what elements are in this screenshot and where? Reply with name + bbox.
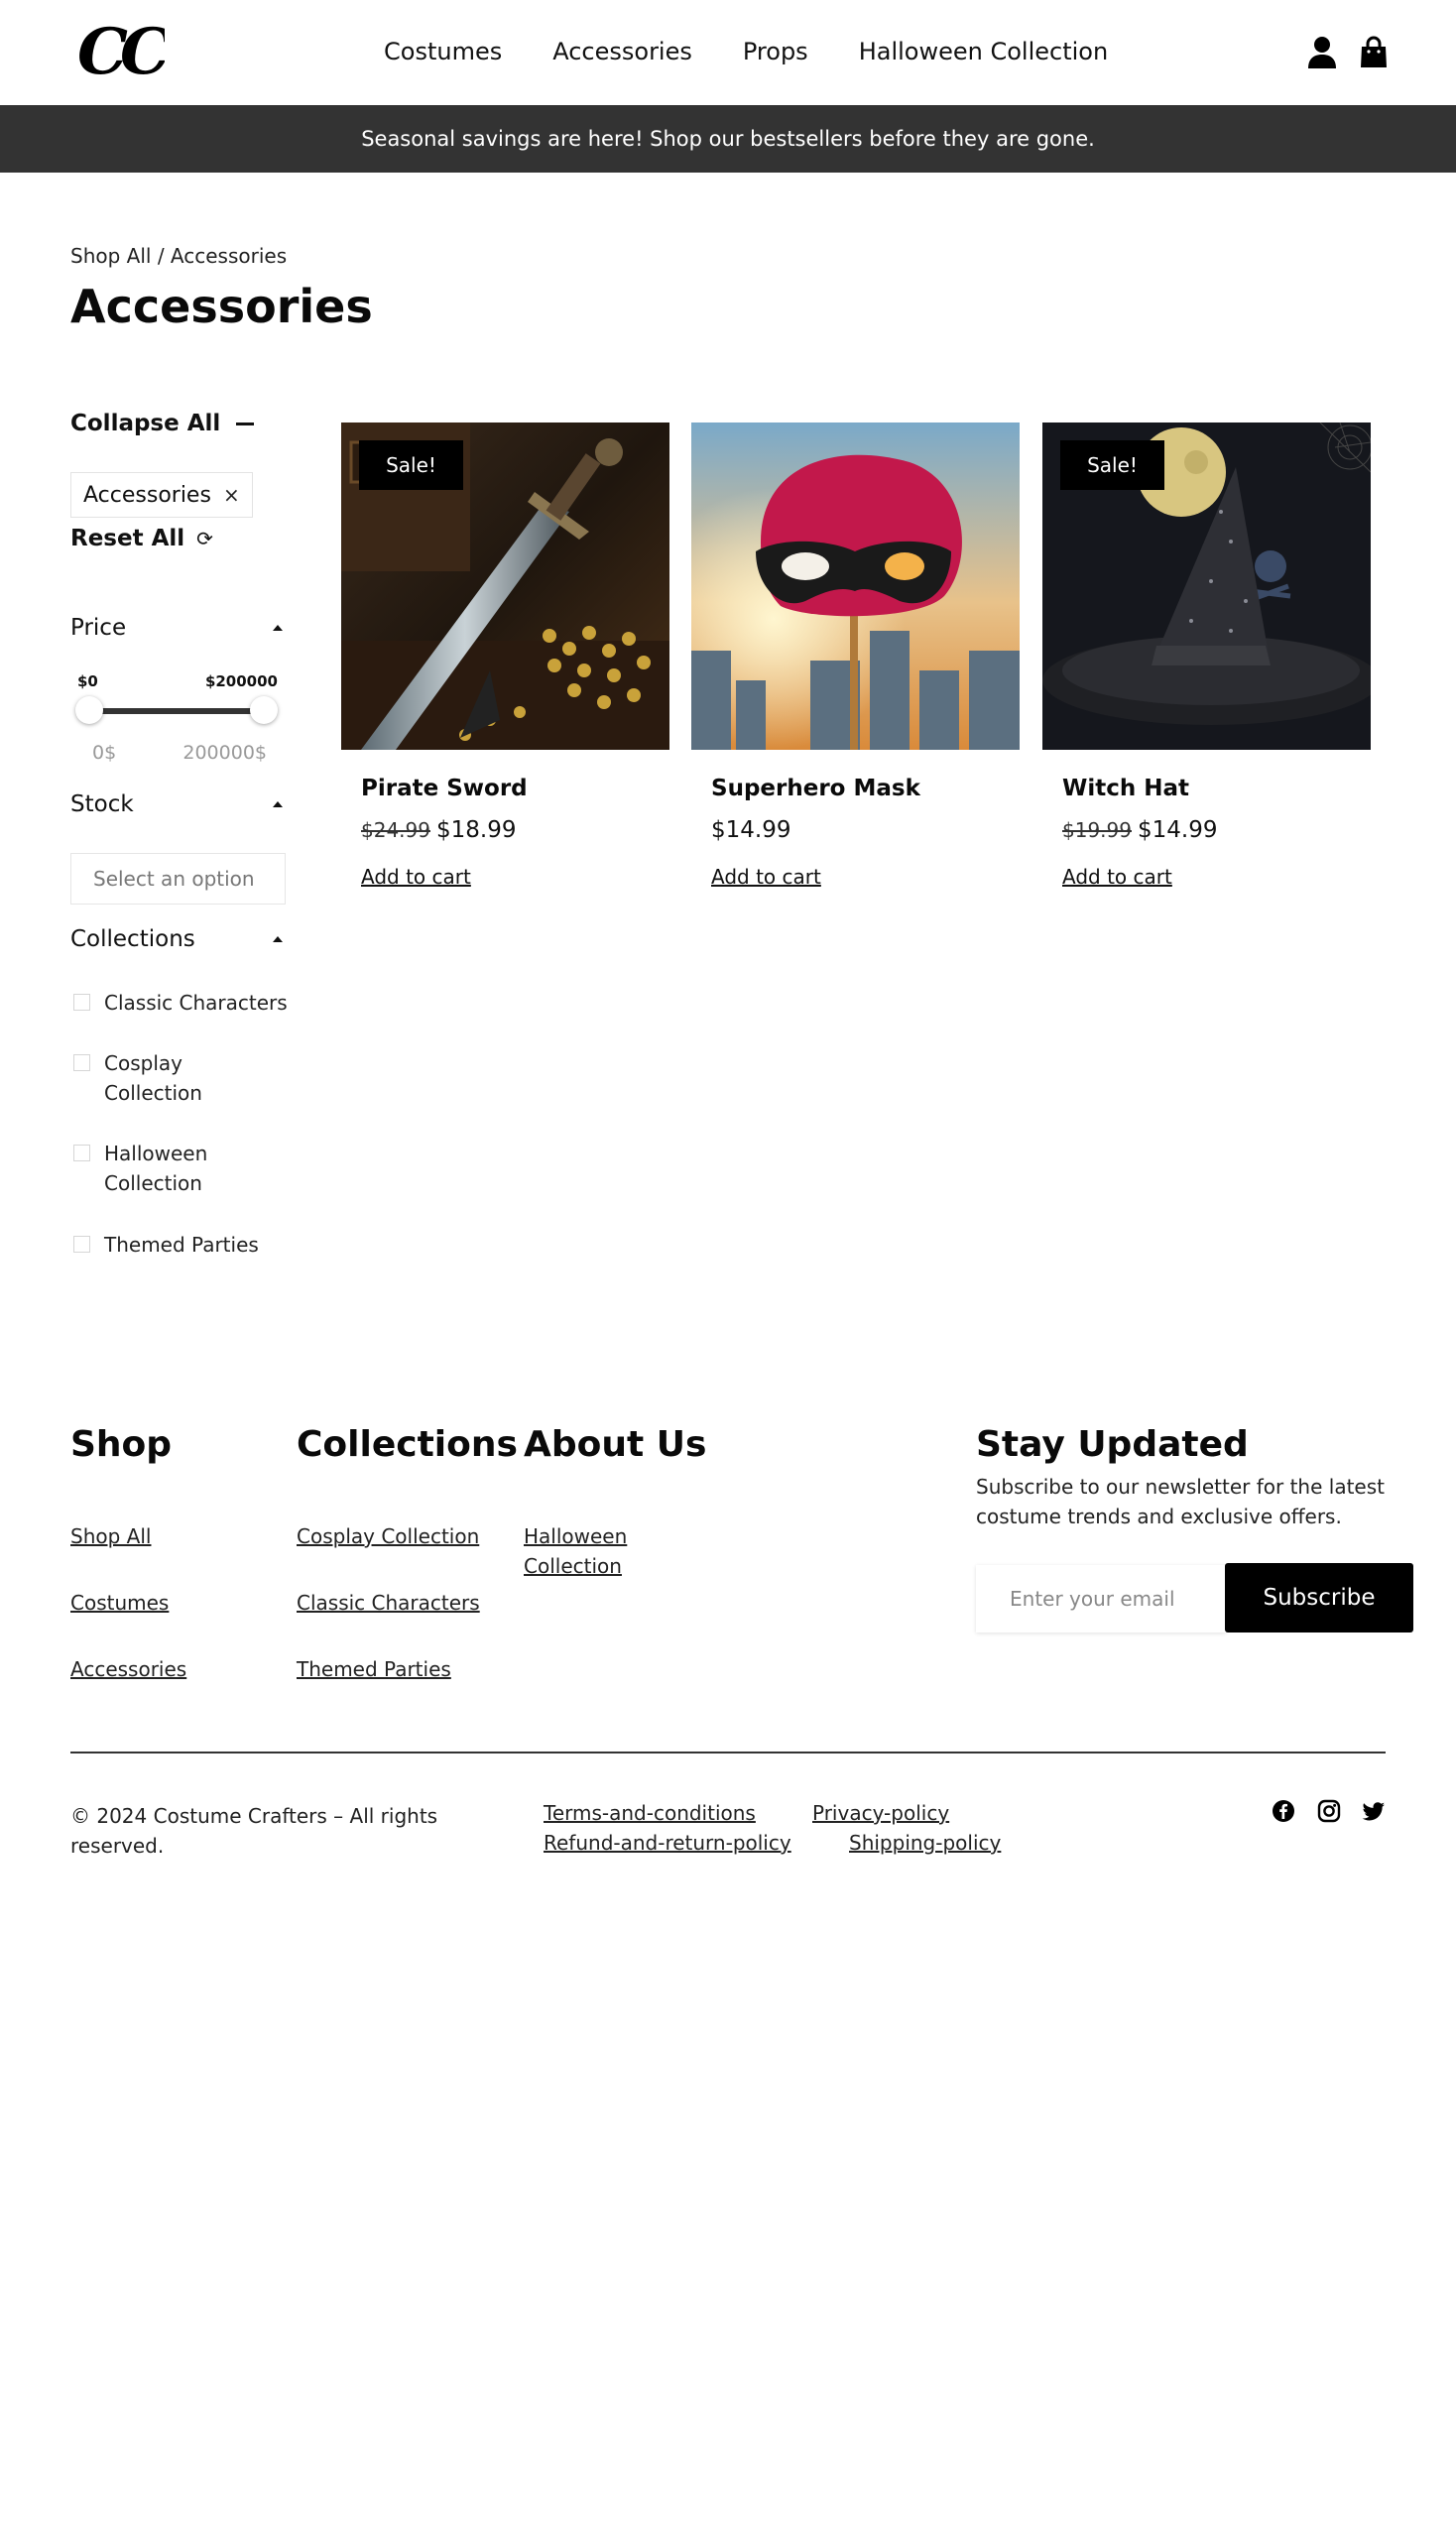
collection-option-label: Classic Characters [104,991,288,1015]
minus-icon [236,422,255,425]
add-to-cart-link[interactable]: Add to cart [361,865,471,889]
nav-halloween-collection[interactable]: Halloween Collection [859,34,1108,69]
price-filter-title: Price [70,615,127,641]
collections-filter-title: Collections [70,926,195,952]
footer-link-halloween-collection[interactable]: Halloween Collection [524,1521,653,1581]
price-min-label: $0 [77,672,98,690]
price-min-value: 0$ [92,742,117,764]
promo-banner: Seasonal savings are here! Shop our best… [0,105,1456,173]
stock-filter-header[interactable]: Stock [70,791,289,817]
collection-option-label: Halloween Collection [104,1142,208,1195]
collections-filter-header[interactable]: Collections [70,926,289,952]
add-to-cart-link[interactable]: Add to cart [711,865,821,889]
product-card[interactable]: Superhero Mask $14.99 Add to cart [691,423,1020,889]
collection-option-halloween-collection[interactable]: Halloween Collection [73,1139,232,1198]
product-name[interactable]: Pirate Sword [361,776,528,801]
sale-price: $14.99 [1137,817,1218,843]
price-slider-max-handle[interactable] [250,696,278,724]
cart-bag-icon[interactable] [1359,36,1389,69]
product-price-value: $14.99 [711,817,791,843]
account-icon[interactable] [1307,36,1337,69]
newsletter-description: Subscribe to our newsletter for the late… [976,1475,1385,1528]
product-card[interactable]: Sale! Witch Hat $19.99 $14.99 Add to cart [1042,423,1371,889]
newsletter-email-input[interactable]: Enter your email [976,1565,1226,1632]
footer-shop-heading: Shop [70,1424,173,1465]
sale-badge: Sale! [359,440,463,490]
price-range-labels: $0 $200000 [77,672,278,690]
refresh-icon: ⟳ [196,527,213,550]
nav-props[interactable]: Props [743,34,808,69]
breadcrumb[interactable]: Shop All / Accessories [70,244,287,268]
sale-badge: Sale! [1060,440,1164,490]
product-card[interactable]: Sale! Pirate Sword $24.99 $18.99 Add to c… [341,423,669,889]
product-price: $24.99 $18.99 [361,817,516,843]
active-filter-chip[interactable]: Accessories × [70,472,253,518]
shipping-link[interactable]: Shipping-policy [849,1831,1001,1855]
footer-link-accessories[interactable]: Accessories [70,1654,186,1684]
copyright-text: © 2024 Costume Crafters – All rights res… [70,1804,438,1858]
product-price: $14.99 [711,817,790,843]
product-image-superhero-mask[interactable] [691,423,1020,750]
price-slider-min-handle[interactable] [75,696,103,724]
privacy-link[interactable]: Privacy-policy [812,1801,949,1825]
product-image-witch-hat[interactable]: Sale! [1042,423,1371,750]
nav-accessories[interactable]: Accessories [552,34,692,69]
price-range-values: 0$ 200000$ [92,742,267,764]
refund-link[interactable]: Refund-and-return-policy [544,1831,791,1855]
sale-price: $18.99 [435,817,517,843]
reset-all-button[interactable]: Reset All ⟳ [70,526,213,551]
active-filter-label: Accessories [83,482,211,508]
footer-collections-heading: Collections [297,1424,518,1465]
product-name[interactable]: Witch Hat [1062,776,1189,801]
footer-link-cosplay-collection[interactable]: Cosplay Collection [297,1521,479,1551]
checkbox[interactable] [73,1054,90,1071]
newsletter-heading: Stay Updated [976,1424,1249,1465]
chevron-up-icon [273,801,283,807]
chevron-up-icon [273,936,283,942]
price-max-value: 200000$ [182,742,267,764]
twitter-icon[interactable] [1362,1799,1386,1823]
collection-option-cosplay-collection[interactable]: Cosplay Collection [73,1048,232,1108]
collection-option-label: Themed Parties [104,1233,259,1257]
collection-option-classic-characters[interactable]: Classic Characters [73,988,302,1018]
price-filter-header[interactable]: Price [70,615,289,641]
subscribe-button[interactable]: Subscribe [1225,1563,1413,1632]
footer-link-classic-characters[interactable]: Classic Characters [297,1588,480,1618]
chevron-up-icon [273,625,283,631]
original-price: $19.99 [1062,818,1132,842]
collapse-all-label: Collapse All [70,411,221,436]
facebook-icon[interactable] [1272,1799,1295,1823]
footer-link-shop-all[interactable]: Shop All [70,1521,151,1551]
price-max-label: $200000 [204,672,278,690]
checkbox[interactable] [73,1145,90,1161]
footer-link-costumes[interactable]: Costumes [70,1588,169,1618]
site-header: CC Costumes Accessories Props Halloween … [0,0,1456,105]
product-name[interactable]: Superhero Mask [711,776,920,801]
reset-all-label: Reset All [70,526,185,551]
product-image-pirate-sword[interactable]: Sale! [341,423,669,750]
stock-select[interactable]: Select an option [70,853,286,905]
terms-link[interactable]: Terms-and-conditions [544,1801,756,1825]
original-price: $24.99 [361,818,430,842]
add-to-cart-link[interactable]: Add to cart [1062,865,1172,889]
footer-about-heading: About Us [524,1424,707,1465]
checkbox[interactable] [73,1236,90,1253]
main-nav: Costumes Accessories Props Halloween Col… [384,34,1158,69]
instagram-icon[interactable] [1317,1799,1341,1823]
footer-divider [70,1752,1386,1753]
footer-link-themed-parties[interactable]: Themed Parties [297,1654,451,1684]
collection-option-label: Cosplay Collection [104,1051,202,1105]
checkbox[interactable] [73,994,90,1011]
page-title: Accessories [70,280,373,333]
collapse-all-button[interactable]: Collapse All [70,411,255,436]
stock-filter-title: Stock [70,791,134,817]
svg-text:CC: CC [77,18,165,87]
product-price: $19.99 $14.99 [1062,817,1217,843]
collection-option-themed-parties[interactable]: Themed Parties [73,1230,302,1260]
nav-costumes[interactable]: Costumes [384,34,502,69]
brand-logo[interactable]: CC [75,18,165,87]
price-slider-track[interactable] [89,708,264,714]
close-icon[interactable]: × [223,483,240,507]
